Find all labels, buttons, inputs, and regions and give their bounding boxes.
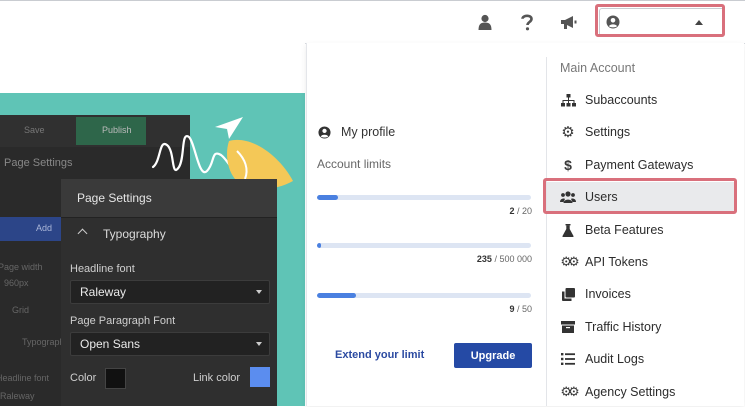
chevron-down-icon: [256, 342, 262, 346]
ghost-headline-font: Headline font: [0, 373, 50, 383]
ghost-save: Save: [24, 125, 45, 135]
my-profile-link[interactable]: My profile: [318, 125, 395, 139]
ghost-add-label: Add: [36, 223, 53, 233]
main-account-title: Main Account: [560, 61, 636, 75]
upgrade-button[interactable]: Upgrade: [454, 343, 532, 368]
limit-progress-bar: [317, 195, 531, 200]
list-icon: [560, 351, 576, 367]
headline-font-value: Raleway: [80, 285, 127, 299]
flask-icon: [560, 222, 576, 238]
page-settings-header: Page Settings: [61, 179, 277, 218]
menu-item-payment-gateways[interactable]: $ Payment Gateways: [547, 150, 737, 180]
menu-item-audit-logs[interactable]: Audit Logs: [547, 344, 737, 374]
menu-item-agency-settings[interactable]: ⚙⚙ Agency Settings: [547, 377, 737, 407]
ghost-publish-label: Publish: [102, 125, 132, 135]
account-circle-icon: [318, 125, 331, 139]
menu-item-beta-features[interactable]: Beta Features: [547, 215, 737, 245]
gear-icon: ⚙: [561, 124, 575, 141]
menu-item-label: Traffic History: [585, 320, 662, 334]
chevron-down-icon: [256, 290, 262, 294]
promo-hero-image: Save Publish Page Settings Add Page widt…: [0, 93, 305, 406]
limit-value: 9 / 50: [509, 304, 532, 314]
color-label: Color: [70, 372, 97, 384]
gears-icon: ⚙⚙: [560, 254, 579, 269]
menu-item-settings[interactable]: ⚙ Settings: [547, 117, 737, 147]
account-limits-title: Account limits: [317, 157, 392, 171]
menu-item-label: Subaccounts: [585, 93, 658, 107]
menu-item-subaccounts[interactable]: Subaccounts: [547, 85, 737, 115]
menu-item-label: API Tokens: [585, 255, 649, 269]
chevron-up-icon: [77, 228, 88, 239]
link-color-label: Link color: [193, 372, 241, 384]
dollar-icon: $: [564, 157, 572, 173]
ghost-headline-value: Raleway: [0, 391, 35, 401]
ghost-add-button: [0, 217, 70, 241]
link-color-swatch: [250, 367, 270, 387]
copy-icon: [560, 286, 576, 302]
extend-limit-link[interactable]: Extend your limit: [335, 349, 424, 361]
limit-value: 235 / 500 000: [476, 254, 532, 264]
menu-item-traffic-history[interactable]: Traffic History: [547, 312, 737, 342]
menu-item-api-tokens[interactable]: ⚙⚙ API Tokens: [547, 247, 737, 277]
announcement-icon[interactable]: [558, 12, 578, 32]
headline-font-select: Raleway: [70, 280, 270, 304]
menu-item-label: Invoices: [585, 287, 631, 301]
archive-icon: [560, 319, 576, 335]
color-swatch: [105, 368, 126, 389]
gears-icon: ⚙⚙: [560, 384, 579, 399]
help-icon[interactable]: [517, 12, 537, 32]
menu-item-invoices[interactable]: Invoices: [547, 279, 737, 309]
limit-progress-bar: [317, 293, 531, 298]
paragraph-font-value: Open Sans: [80, 337, 141, 351]
limit-progress-fill: [317, 293, 356, 298]
ghost-width-value: 960px: [4, 278, 29, 288]
user-icon[interactable]: [475, 12, 495, 32]
limit-progress-fill: [317, 243, 322, 248]
page-header-strip: [0, 43, 305, 94]
menu-item-label: Beta Features: [585, 223, 664, 237]
sitemap-icon: [560, 92, 576, 108]
top-bar: [0, 0, 745, 44]
menu-item-label: Payment Gateways: [585, 158, 694, 172]
limit-value: 2 / 20: [509, 206, 532, 216]
account-circle-icon: [606, 15, 620, 34]
ghost-page-settings: Page Settings: [4, 157, 73, 169]
headline-font-label: Headline font: [70, 263, 135, 275]
ghost-grid: Grid: [12, 305, 30, 315]
limit-progress-bar: [317, 243, 531, 248]
typography-section-label: Typography: [103, 227, 166, 241]
paragraph-font-label: Page Paragraph Font: [70, 315, 176, 327]
page-settings-title: Page Settings: [77, 191, 152, 205]
caret-up-icon: [695, 20, 703, 25]
paragraph-font-select: Open Sans: [70, 332, 270, 356]
limit-progress-fill: [317, 195, 339, 200]
ghost-page-width: Page width: [0, 262, 43, 272]
top-edge: [0, 0, 745, 1]
account-menu-button[interactable]: [595, 4, 725, 37]
menu-item-label: Audit Logs: [585, 352, 645, 366]
page-settings-panel: Page Settings Typography Headline font R…: [61, 179, 277, 406]
my-profile-label: My profile: [341, 125, 396, 139]
menu-item-label: Agency Settings: [585, 385, 676, 399]
users-highlight-box: [543, 178, 737, 214]
menu-item-label: Settings: [585, 125, 631, 139]
